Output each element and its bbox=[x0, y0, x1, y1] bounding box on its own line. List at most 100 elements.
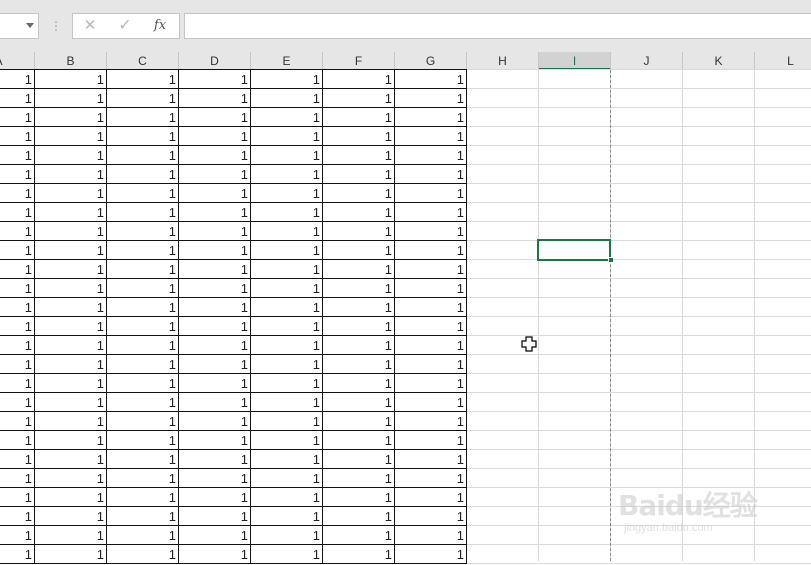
cell-A10[interactable]: 1 bbox=[0, 241, 34, 260]
column-header-J[interactable]: J bbox=[611, 52, 683, 70]
cell-F14[interactable]: 1 bbox=[323, 317, 394, 336]
cell-G20[interactable]: 1 bbox=[395, 431, 466, 450]
cell-E7[interactable]: 1 bbox=[251, 184, 322, 203]
cell-A23[interactable]: 1 bbox=[0, 488, 34, 507]
cell-C2[interactable]: 1 bbox=[107, 89, 178, 108]
cell-G16[interactable]: 1 bbox=[395, 355, 466, 374]
cell-G3[interactable]: 1 bbox=[395, 108, 466, 127]
cell-B17[interactable]: 1 bbox=[35, 374, 106, 393]
cell-B22[interactable]: 1 bbox=[35, 469, 106, 488]
cell-B4[interactable]: 1 bbox=[35, 127, 106, 146]
cell-D11[interactable]: 1 bbox=[179, 260, 250, 279]
cell-E16[interactable]: 1 bbox=[251, 355, 322, 374]
cell-E2[interactable]: 1 bbox=[251, 89, 322, 108]
cell-G10[interactable]: 1 bbox=[395, 241, 466, 260]
cell-D2[interactable]: 1 bbox=[179, 89, 250, 108]
cell-C6[interactable]: 1 bbox=[107, 165, 178, 184]
cell-B14[interactable]: 1 bbox=[35, 317, 106, 336]
cell-B21[interactable]: 1 bbox=[35, 450, 106, 469]
cell-A11[interactable]: 1 bbox=[0, 260, 34, 279]
cell-D5[interactable]: 1 bbox=[179, 146, 250, 165]
cell-C26[interactable]: 1 bbox=[107, 545, 178, 564]
cell-B23[interactable]: 1 bbox=[35, 488, 106, 507]
cell-A18[interactable]: 1 bbox=[0, 393, 34, 412]
cell-E15[interactable]: 1 bbox=[251, 336, 322, 355]
cell-D1[interactable]: 1 bbox=[179, 70, 250, 89]
column-header-H[interactable]: H bbox=[467, 52, 539, 70]
cell-B8[interactable]: 1 bbox=[35, 203, 106, 222]
column-header-G[interactable]: G bbox=[395, 52, 467, 70]
cell-B18[interactable]: 1 bbox=[35, 393, 106, 412]
cell-G18[interactable]: 1 bbox=[395, 393, 466, 412]
cell-G9[interactable]: 1 bbox=[395, 222, 466, 241]
cell-G11[interactable]: 1 bbox=[395, 260, 466, 279]
cell-F24[interactable]: 1 bbox=[323, 507, 394, 526]
cell-G12[interactable]: 1 bbox=[395, 279, 466, 298]
cell-B1[interactable]: 1 bbox=[35, 70, 106, 89]
cell-C20[interactable]: 1 bbox=[107, 431, 178, 450]
cell-G17[interactable]: 1 bbox=[395, 374, 466, 393]
cell-G13[interactable]: 1 bbox=[395, 298, 466, 317]
cell-E10[interactable]: 1 bbox=[251, 241, 322, 260]
cell-G25[interactable]: 1 bbox=[395, 526, 466, 545]
cell-F21[interactable]: 1 bbox=[323, 450, 394, 469]
chevron-down-icon[interactable] bbox=[26, 23, 34, 28]
cell-E25[interactable]: 1 bbox=[251, 526, 322, 545]
cell-F16[interactable]: 1 bbox=[323, 355, 394, 374]
cell-D17[interactable]: 1 bbox=[179, 374, 250, 393]
cell-C25[interactable]: 1 bbox=[107, 526, 178, 545]
cell-C12[interactable]: 1 bbox=[107, 279, 178, 298]
cell-D16[interactable]: 1 bbox=[179, 355, 250, 374]
cell-C17[interactable]: 1 bbox=[107, 374, 178, 393]
cell-D6[interactable]: 1 bbox=[179, 165, 250, 184]
insert-function-button[interactable]: fx bbox=[143, 14, 177, 38]
cell-E24[interactable]: 1 bbox=[251, 507, 322, 526]
cell-G6[interactable]: 1 bbox=[395, 165, 466, 184]
cell-A13[interactable]: 1 bbox=[0, 298, 34, 317]
cell-G26[interactable]: 1 bbox=[395, 545, 466, 564]
cell-G7[interactable]: 1 bbox=[395, 184, 466, 203]
cell-C22[interactable]: 1 bbox=[107, 469, 178, 488]
cell-D14[interactable]: 1 bbox=[179, 317, 250, 336]
cell-D20[interactable]: 1 bbox=[179, 431, 250, 450]
cell-C1[interactable]: 1 bbox=[107, 70, 178, 89]
cell-G24[interactable]: 1 bbox=[395, 507, 466, 526]
cell-G23[interactable]: 1 bbox=[395, 488, 466, 507]
cell-B13[interactable]: 1 bbox=[35, 298, 106, 317]
cell-D3[interactable]: 1 bbox=[179, 108, 250, 127]
fill-handle[interactable] bbox=[608, 257, 614, 263]
cell-D9[interactable]: 1 bbox=[179, 222, 250, 241]
cell-B6[interactable]: 1 bbox=[35, 165, 106, 184]
cell-C15[interactable]: 1 bbox=[107, 336, 178, 355]
cell-A5[interactable]: 1 bbox=[0, 146, 34, 165]
cell-B9[interactable]: 1 bbox=[35, 222, 106, 241]
cell-F11[interactable]: 1 bbox=[323, 260, 394, 279]
cell-F19[interactable]: 1 bbox=[323, 412, 394, 431]
cell-E18[interactable]: 1 bbox=[251, 393, 322, 412]
column-header-D[interactable]: D bbox=[179, 52, 251, 70]
cell-E14[interactable]: 1 bbox=[251, 317, 322, 336]
column-header-L[interactable]: L bbox=[755, 52, 811, 70]
cell-A24[interactable]: 1 bbox=[0, 507, 34, 526]
cell-A9[interactable]: 1 bbox=[0, 222, 34, 241]
cell-G8[interactable]: 1 bbox=[395, 203, 466, 222]
cell-D18[interactable]: 1 bbox=[179, 393, 250, 412]
cell-G19[interactable]: 1 bbox=[395, 412, 466, 431]
cell-F22[interactable]: 1 bbox=[323, 469, 394, 488]
cell-A4[interactable]: 1 bbox=[0, 127, 34, 146]
cell-D22[interactable]: 1 bbox=[179, 469, 250, 488]
cell-C7[interactable]: 1 bbox=[107, 184, 178, 203]
column-header-B[interactable]: B bbox=[35, 52, 107, 70]
cell-E1[interactable]: 1 bbox=[251, 70, 322, 89]
cell-A7[interactable]: 1 bbox=[0, 184, 34, 203]
cell-B16[interactable]: 1 bbox=[35, 355, 106, 374]
cell-E6[interactable]: 1 bbox=[251, 165, 322, 184]
cell-E23[interactable]: 1 bbox=[251, 488, 322, 507]
cell-C8[interactable]: 1 bbox=[107, 203, 178, 222]
cell-G14[interactable]: 1 bbox=[395, 317, 466, 336]
cell-D25[interactable]: 1 bbox=[179, 526, 250, 545]
cell-B3[interactable]: 1 bbox=[35, 108, 106, 127]
cell-E13[interactable]: 1 bbox=[251, 298, 322, 317]
cell-F6[interactable]: 1 bbox=[323, 165, 394, 184]
cell-E12[interactable]: 1 bbox=[251, 279, 322, 298]
